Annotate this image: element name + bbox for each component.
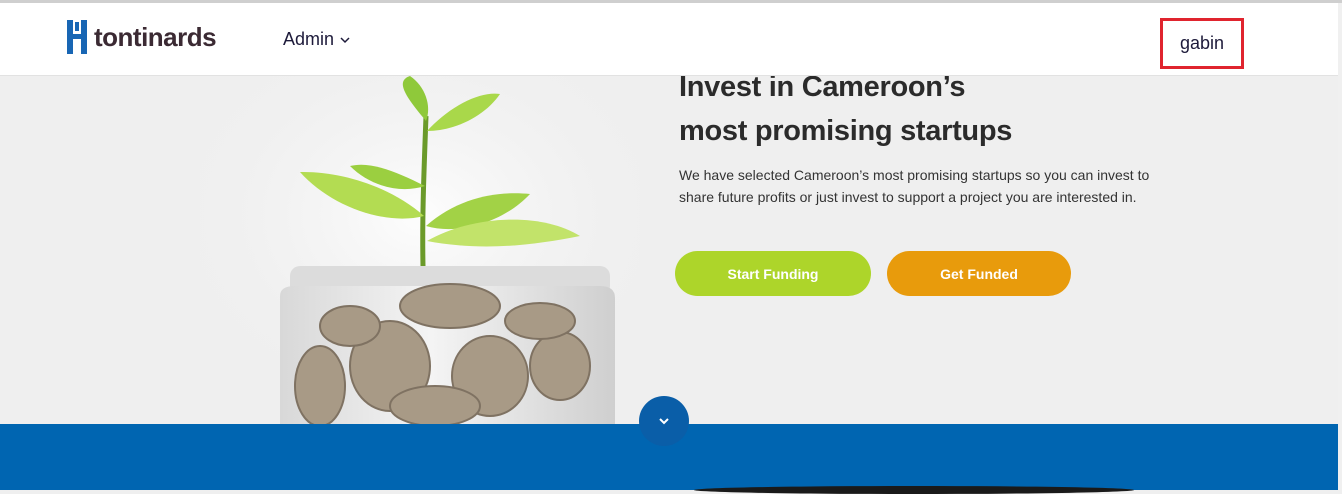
- plant-coin-jar-image: [200, 76, 640, 424]
- site-logo[interactable]: tontinards: [67, 20, 217, 54]
- hero-description: We have selected Cameroon’s most promisi…: [679, 167, 1150, 205]
- nav-admin-dropdown[interactable]: Admin: [283, 29, 351, 50]
- logo-mark-icon: [67, 20, 87, 54]
- hero-headline-line-1: Invest in Cameroon’s: [679, 76, 966, 103]
- section-image-edge: [694, 486, 1134, 494]
- user-name: gabin: [1179, 33, 1225, 53]
- scroll-down-button[interactable]: [639, 396, 689, 446]
- site-header: tontinards Admin gabin: [0, 3, 1338, 76]
- nav-admin-label: Admin: [283, 29, 335, 49]
- hero-headline-line-2: most promising startups: [679, 115, 1013, 147]
- logo-wordmark: tontinards: [94, 22, 217, 52]
- hero-section: Invest in Cameroon’s most promising star…: [0, 76, 1338, 424]
- chevron-down-circle-icon: [659, 418, 669, 425]
- user-menu[interactable]: gabin: [1160, 18, 1244, 69]
- get-funded-button[interactable]: Get Funded: [887, 251, 1071, 296]
- start-funding-button[interactable]: Start Funding: [675, 251, 871, 296]
- chevron-down-icon: [340, 36, 350, 43]
